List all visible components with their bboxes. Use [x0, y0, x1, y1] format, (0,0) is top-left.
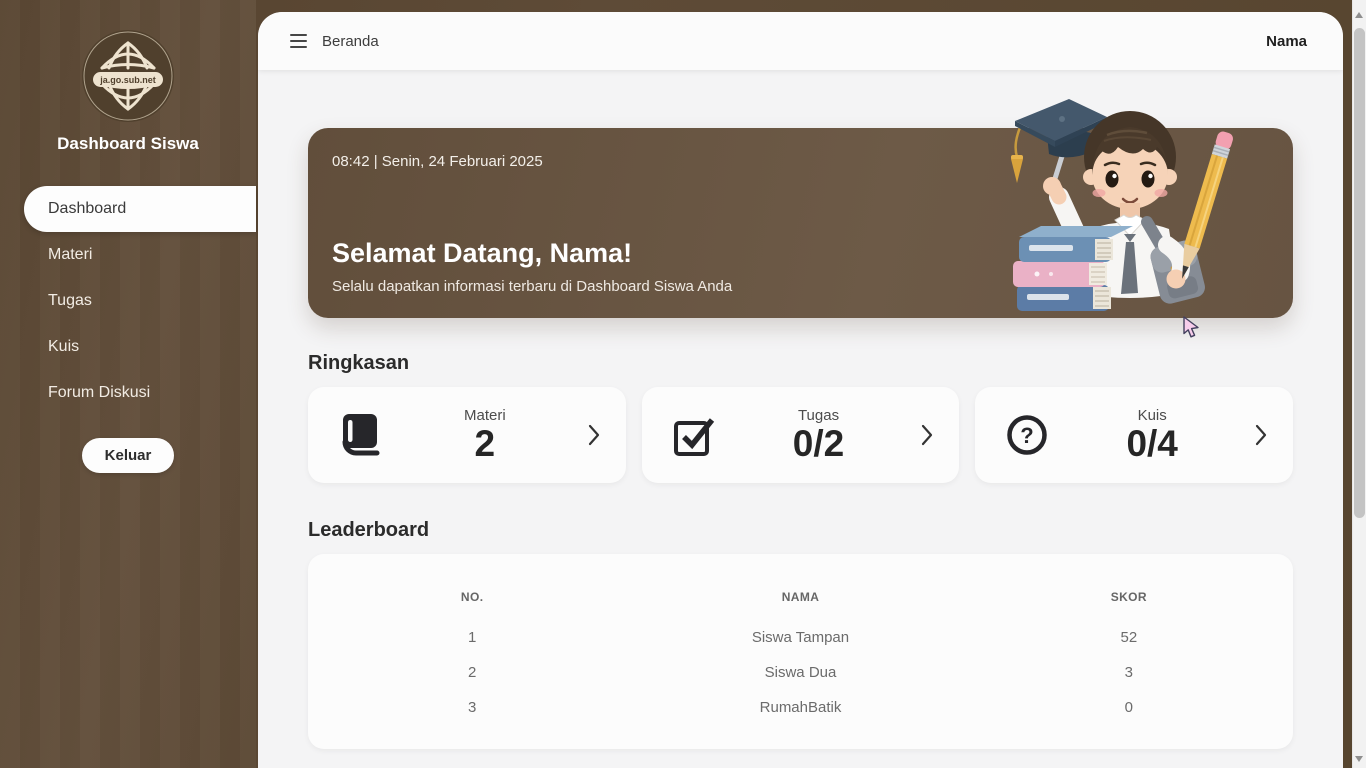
- cell-nama: Siswa Tampan: [636, 620, 964, 655]
- card-label: Tugas: [798, 407, 839, 424]
- card-label: Materi: [464, 407, 506, 424]
- cell-skor: 3: [965, 655, 1293, 690]
- cell-no: 3: [308, 690, 636, 725]
- sidebar-item-materi[interactable]: Materi: [0, 232, 256, 278]
- leaderboard-table: NO. NAMA SKOR 1 Siswa Tampan 52 2 Siswa …: [308, 584, 1293, 725]
- sidebar-item-label: Materi: [48, 246, 92, 264]
- card-value: 0/2: [793, 424, 844, 464]
- leaderboard-row: 3 RumahBatik 0: [308, 690, 1293, 725]
- banner-title: Selamat Datang, Nama!: [332, 238, 632, 269]
- scrollbar-up-arrow[interactable]: [1355, 12, 1363, 18]
- cell-skor: 0: [965, 690, 1293, 725]
- help-circle-icon: ?: [1005, 412, 1049, 458]
- summary-cards: Materi 2 Tugas 0/2: [308, 387, 1293, 483]
- summary-card-tugas[interactable]: Tugas 0/2: [642, 387, 960, 483]
- sidebar-item-label: Dashboard: [48, 200, 126, 218]
- sidebar-item-kuis[interactable]: Kuis: [0, 324, 256, 370]
- cell-nama: RumahBatik: [636, 690, 964, 725]
- main-content: Beranda Nama 08:42 | Senin, 24 Februari …: [258, 12, 1343, 768]
- summary-card-materi[interactable]: Materi 2: [308, 387, 626, 483]
- cell-no: 1: [308, 620, 636, 655]
- sidebar-title: Dashboard Siswa: [0, 134, 256, 154]
- sidebar-item-label: Tugas: [48, 292, 92, 310]
- sidebar-item-forum-diskusi[interactable]: Forum Diskusi: [0, 370, 256, 416]
- sidebar-item-tugas[interactable]: Tugas: [0, 278, 256, 324]
- card-label: Kuis: [1138, 407, 1167, 424]
- user-name[interactable]: Nama: [1266, 33, 1307, 50]
- column-header-nama: NAMA: [636, 584, 964, 620]
- card-value: 0/4: [1126, 424, 1177, 464]
- welcome-banner: 08:42 | Senin, 24 Februari 2025 Selamat …: [308, 128, 1293, 318]
- cell-skor: 52: [965, 620, 1293, 655]
- banner-datetime: 08:42 | Senin, 24 Februari 2025: [332, 153, 543, 170]
- content-area: 08:42 | Senin, 24 Februari 2025 Selamat …: [258, 128, 1343, 749]
- logout-button[interactable]: Keluar: [82, 438, 175, 473]
- globe-logo-icon: ja.go.sub.net: [80, 28, 176, 124]
- sidebar-nav: Dashboard Materi Tugas Kuis Forum Diskus…: [0, 186, 256, 416]
- sidebar-item-dashboard[interactable]: Dashboard: [24, 186, 256, 232]
- top-bar: Beranda Nama: [258, 12, 1343, 70]
- logo-domain-text: ja.go.sub.net: [99, 75, 156, 85]
- sidebar: ja.go.sub.net Dashboard Siswa Dashboard …: [0, 0, 256, 768]
- scrollbar-thumb[interactable]: [1354, 28, 1365, 518]
- sidebar-item-label: Kuis: [48, 338, 79, 356]
- banner-subtitle: Selalu dapatkan informasi terbaru di Das…: [332, 278, 732, 295]
- app-logo: ja.go.sub.net: [0, 0, 256, 124]
- cell-no: 2: [308, 655, 636, 690]
- chevron-right-icon: [588, 424, 600, 446]
- chevron-right-icon: [921, 424, 933, 446]
- summary-card-kuis[interactable]: ? Kuis 0/4: [975, 387, 1293, 483]
- leaderboard-card: NO. NAMA SKOR 1 Siswa Tampan 52 2 Siswa …: [308, 554, 1293, 749]
- leaderboard-row: 1 Siswa Tampan 52: [308, 620, 1293, 655]
- scrollbar[interactable]: [1352, 0, 1366, 768]
- mouse-cursor-icon: [1183, 316, 1201, 338]
- breadcrumb: Beranda: [322, 33, 379, 50]
- sidebar-item-label: Forum Diskusi: [48, 384, 150, 402]
- column-header-no: NO.: [308, 584, 636, 620]
- chevron-right-icon: [1255, 424, 1267, 446]
- student-illustration: [1007, 95, 1237, 323]
- hamburger-icon[interactable]: [290, 34, 307, 48]
- book-icon: [338, 412, 382, 458]
- cell-nama: Siswa Dua: [636, 655, 964, 690]
- leaderboard-row: 2 Siswa Dua 3: [308, 655, 1293, 690]
- leaderboard-heading: Leaderboard: [308, 519, 1293, 542]
- leaderboard-header-row: NO. NAMA SKOR: [308, 584, 1293, 620]
- scrollbar-down-arrow[interactable]: [1355, 756, 1363, 762]
- svg-text:?: ?: [1021, 423, 1034, 448]
- summary-heading: Ringkasan: [308, 352, 1293, 375]
- column-header-skor: SKOR: [965, 584, 1293, 620]
- checkbox-check-icon: [672, 412, 716, 458]
- card-value: 2: [475, 424, 496, 464]
- pencil: [1174, 130, 1234, 281]
